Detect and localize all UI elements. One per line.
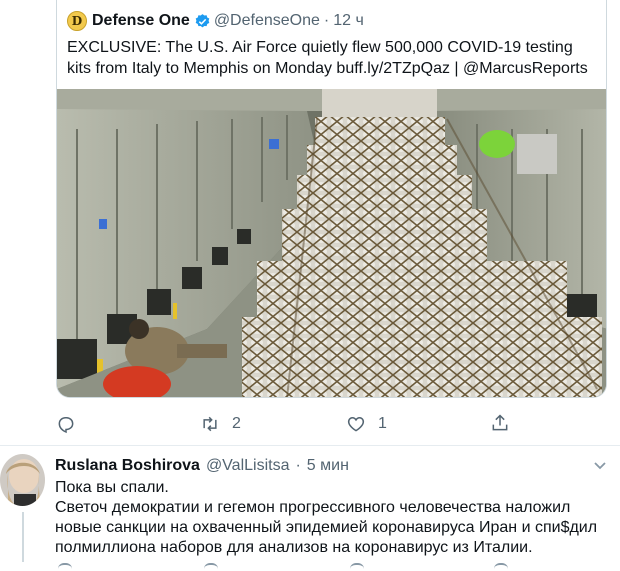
reply-header: Ruslana Boshirova @ValLisitsa · 5 мин xyxy=(55,456,349,476)
reply-line-1: Пока вы спали. xyxy=(55,479,169,496)
reply-timestamp[interactable]: 5 мин xyxy=(307,457,349,475)
chevron-down-icon[interactable] xyxy=(592,457,608,473)
heart-icon xyxy=(347,416,365,432)
reply-text: Пока вы спали. Светоч демократии и гегем… xyxy=(55,478,615,558)
thread-line xyxy=(22,512,24,562)
reply-icon[interactable] xyxy=(58,563,72,571)
dot-separator: · xyxy=(295,457,301,474)
share-icon[interactable] xyxy=(494,563,508,571)
quoted-author-name[interactable]: Defense One xyxy=(92,12,190,30)
quoted-tweet-header: D Defense One @DefenseOne · 12 ч xyxy=(67,10,364,32)
like-button[interactable]: 1 xyxy=(346,414,387,434)
share-icon xyxy=(492,414,508,431)
retweet-button[interactable]: 2 xyxy=(200,414,241,434)
quoted-tweet-card[interactable]: D Defense One @DefenseOne · 12 ч EXCLUSI… xyxy=(56,0,607,398)
reply-actions-row xyxy=(0,563,620,571)
reply-button[interactable] xyxy=(56,414,76,434)
cargo-plane-photo[interactable] xyxy=(57,89,606,397)
tweet-divider xyxy=(0,445,620,446)
reply-author-name[interactable]: Ruslana Boshirova xyxy=(55,457,200,475)
retweet-icon xyxy=(203,416,217,432)
retweet-count: 2 xyxy=(232,415,241,432)
share-button[interactable] xyxy=(490,413,510,433)
retweet-icon[interactable] xyxy=(204,563,218,571)
verified-badge-icon xyxy=(194,13,211,30)
like-count: 1 xyxy=(378,415,387,432)
reply-handle[interactable]: @ValLisitsa xyxy=(206,457,290,475)
quoted-timestamp[interactable]: 12 ч xyxy=(333,12,364,30)
defense-one-avatar[interactable]: D xyxy=(67,11,87,31)
dot-separator: · xyxy=(323,12,330,29)
reply-line-2: Светоч демократии и гегемон прогрессивно… xyxy=(55,499,598,556)
heart-icon[interactable] xyxy=(350,563,364,571)
reply-icon xyxy=(58,417,74,434)
avatar[interactable] xyxy=(0,454,45,506)
quoted-handle[interactable]: @DefenseOne xyxy=(214,12,320,30)
quoted-tweet-text: EXCLUSIVE: The U.S. Air Force quietly fl… xyxy=(67,39,588,77)
